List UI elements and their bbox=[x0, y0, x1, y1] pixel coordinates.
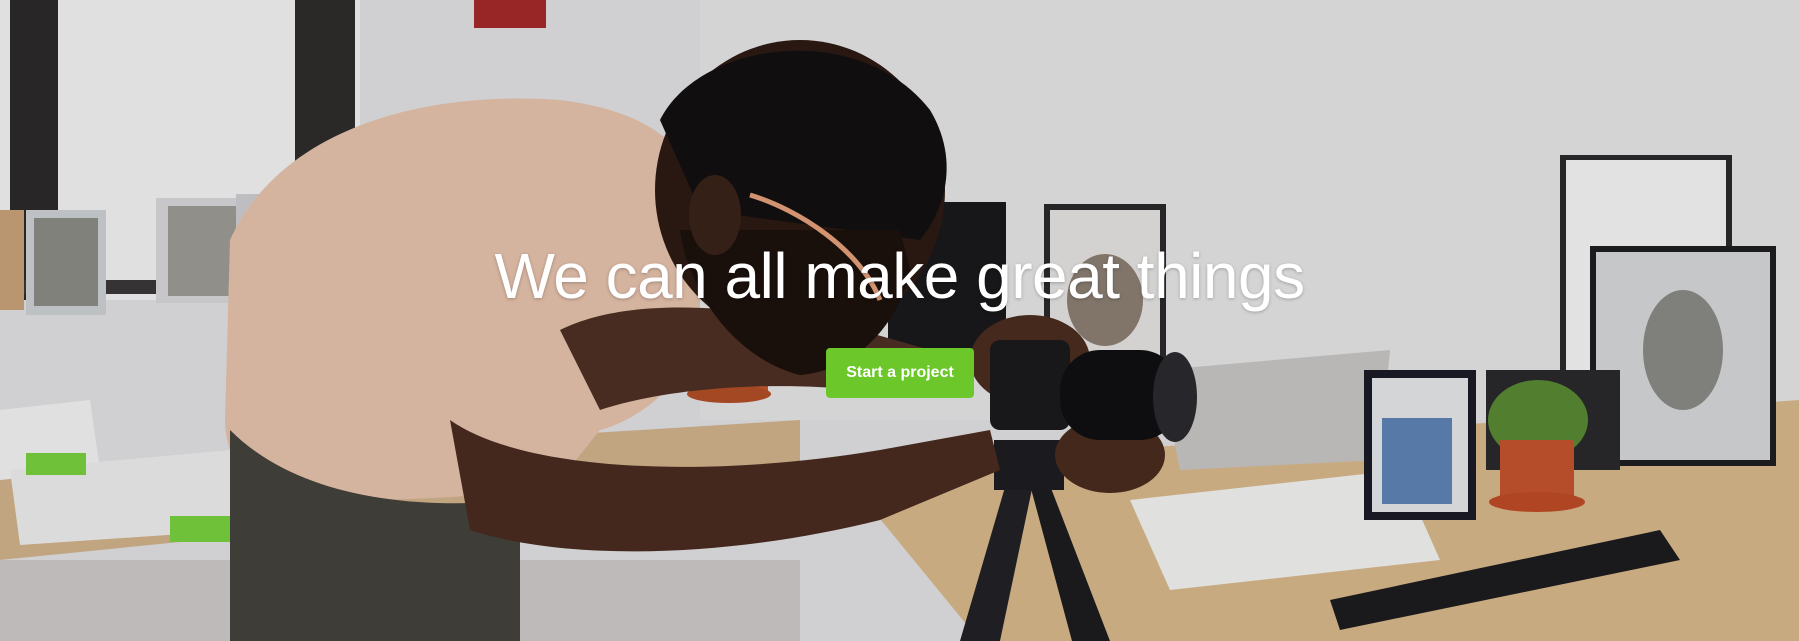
hero-section: We can all make great things Start a pro… bbox=[0, 0, 1799, 641]
start-project-button[interactable]: Start a project bbox=[826, 348, 974, 398]
hero-overlay bbox=[0, 0, 1799, 641]
hero-headline: We can all make great things bbox=[494, 240, 1305, 312]
